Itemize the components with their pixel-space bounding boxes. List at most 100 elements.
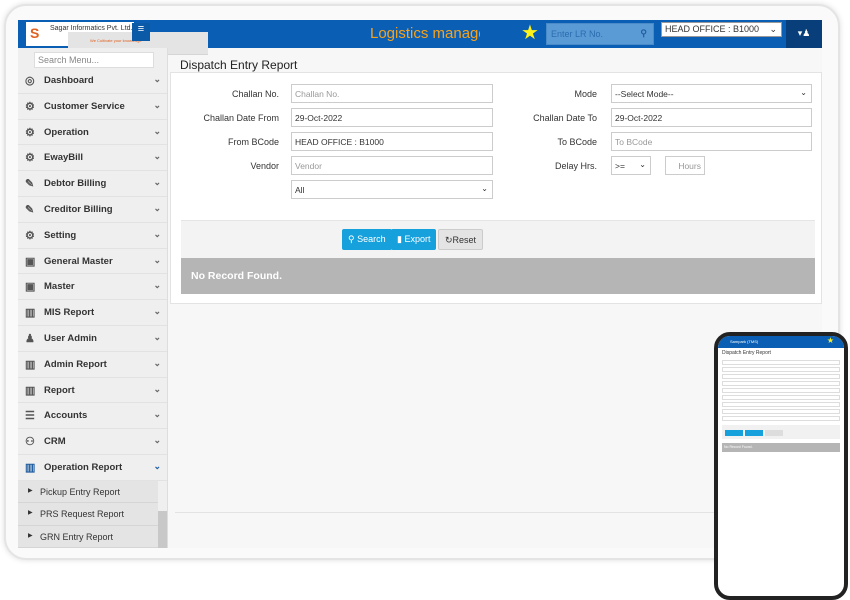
sidebar-item-creditor-billing[interactable]: ✎ Creditor Billing ⌄ xyxy=(18,197,167,223)
export-button[interactable]: ▮ Export xyxy=(391,229,437,250)
logo-mark-icon: S xyxy=(30,25,40,41)
reset-button[interactable]: ↻Reset xyxy=(438,229,484,250)
dashboard-icon: ◎ xyxy=(25,75,35,87)
phone-mockup: Sampark (TMS) ★ Dispatch Entry Report No … xyxy=(714,332,848,600)
briefcase-icon: ▣ xyxy=(25,281,36,294)
sidebar-item-master[interactable]: ▣ Master ⌄ xyxy=(18,274,167,301)
star-icon: ★ xyxy=(826,336,834,345)
phone-field xyxy=(722,395,840,400)
sidebar-item-label: Operation xyxy=(44,126,89,138)
chevron-down-icon: ⌄ xyxy=(153,228,161,239)
user-icon: ♟ xyxy=(25,332,35,345)
sidebar-item-general-master[interactable]: ▣ General Master ⌄ xyxy=(18,249,167,275)
sidebar-item-label: Operation Report xyxy=(44,461,123,473)
app-window: S Sagar Informatics Pvt. Ltd. We Cultiva… xyxy=(18,20,822,548)
sidebar-item-label: Master xyxy=(44,281,75,293)
company-logo[interactable]: S Sagar Informatics Pvt. Ltd. We Cultiva… xyxy=(26,22,208,55)
subitem-label: GRN Entry Report xyxy=(40,531,114,542)
sidebar-item-admin-report[interactable]: ▥ Admin Report ⌄ xyxy=(18,352,167,378)
sidebar-item-dashboard[interactable]: ◎ Dashboard ⌄ xyxy=(18,68,167,94)
chevron-down-icon: ⌄ xyxy=(800,88,807,97)
sidebar: Search Menu... ◎ Dashboard ⌄ ⚙ Customer Serv… xyxy=(18,48,168,548)
bar-chart-icon: ▥ xyxy=(25,384,36,397)
reset-label: Reset xyxy=(452,235,477,245)
sidebar-item-debtor-billing[interactable]: ✎ Debtor Billing ⌄ xyxy=(18,171,167,197)
chevron-down-icon: ⌄ xyxy=(639,160,646,169)
chevron-down-icon: ⌄ xyxy=(481,184,488,193)
chevron-down-icon: ⌄ xyxy=(153,306,161,317)
mode-label: Mode xyxy=(574,89,597,99)
no-record-message: No Record Found. xyxy=(181,258,815,294)
sidebar-subitem[interactable]: ▶ PRS Request Report xyxy=(18,503,158,526)
company-name: Sagar Informatics Pvt. Ltd. xyxy=(50,25,133,32)
sidebar-item-setting[interactable]: ⚙ Setting ⌄ xyxy=(18,223,167,249)
chevron-down-icon: ⌄ xyxy=(153,331,161,342)
sidebar-item-operation[interactable]: ⚙ Operation ⌄ xyxy=(18,120,167,146)
from-bcode-input[interactable]: HEAD OFFICE : B1000 xyxy=(291,132,493,151)
chevron-down-icon: ⌄ xyxy=(153,202,161,213)
edit-icon: ✎ xyxy=(25,178,35,191)
all-select[interactable]: All ⌄ xyxy=(291,180,493,199)
sidebar-item-user-admin[interactable]: ♟ User Admin ⌄ xyxy=(18,326,167,352)
phone-field xyxy=(722,388,840,393)
page-title: Dispatch Entry Report xyxy=(180,58,298,72)
to-bcode-input[interactable]: To BCode xyxy=(611,132,812,151)
office-select[interactable]: HEAD OFFICE : B1000 ⌄ xyxy=(661,22,782,37)
sidebar-subitem[interactable]: ▶ GRN Entry Report xyxy=(18,525,158,548)
chevron-down-icon: ⌄ xyxy=(153,74,161,84)
sidebar-item-label: Customer Service xyxy=(44,100,125,112)
subitem-label: Pickup Entry Report xyxy=(40,486,121,497)
gear-icon: ⚙ xyxy=(25,126,35,139)
sidebar-item-label: Setting xyxy=(44,229,77,241)
sidebar-item-label: Creditor Billing xyxy=(44,203,113,215)
app-title: Logistics management xyxy=(370,25,480,42)
search-icon[interactable]: ⚲ xyxy=(640,28,647,39)
challan-no-input[interactable]: Challan No. xyxy=(291,84,493,103)
search-menu-input[interactable]: Search Menu... xyxy=(34,52,154,68)
phone-field xyxy=(722,402,840,407)
refresh-icon: ↻ xyxy=(445,235,453,245)
star-icon[interactable]: ★ xyxy=(521,20,539,45)
sidebar-item-label: Dashboard xyxy=(44,75,94,86)
chevron-down-icon: ⌄ xyxy=(153,99,161,110)
sidebar-scrollbar[interactable] xyxy=(158,511,167,548)
chevron-down-icon: ⌄ xyxy=(153,435,161,446)
users-icon: ⚇ xyxy=(25,436,35,449)
phone-field xyxy=(722,367,840,372)
bar-chart-icon: ▥ xyxy=(25,461,36,474)
sidebar-item-crm[interactable]: ⚇ CRM ⌄ xyxy=(18,429,167,455)
search-button[interactable]: ⚲ Search xyxy=(342,229,392,250)
lr-search-input[interactable]: Enter LR No. ⚲ xyxy=(546,23,654,45)
sidebar-item-customer-service[interactable]: ⚙ Customer Service ⌄ xyxy=(18,94,167,120)
sidebar-item-accounts[interactable]: ☰ Accounts ⌄ xyxy=(18,403,167,430)
vendor-input[interactable]: Vendor xyxy=(291,156,493,175)
delay-operator-select[interactable]: >= ⌄ xyxy=(611,156,651,175)
sidebar-item-report[interactable]: ▥ Report ⌄ xyxy=(18,378,167,404)
sidebar-item-label: User Admin xyxy=(44,332,97,344)
chevron-down-icon: ⌄ xyxy=(153,254,161,265)
sidebar-subitem[interactable]: ▶ Pickup Entry Report xyxy=(18,480,158,504)
delay-op-value: >= xyxy=(615,161,625,171)
phone-field xyxy=(722,360,840,365)
date-to-input[interactable]: 29-Oct-2022 xyxy=(611,108,812,127)
caret-right-icon: ▶ xyxy=(28,487,33,494)
sidebar-item-mis-report[interactable]: ▥ MIS Report ⌄ xyxy=(18,300,167,326)
sidebar-item-operation-report[interactable]: ▥ Operation Report ⌄ xyxy=(18,455,167,481)
sidebar-item-label: Accounts xyxy=(44,410,88,422)
phone-buttons xyxy=(722,425,840,439)
bar-chart-icon: ▥ xyxy=(25,358,36,371)
phone-field xyxy=(722,374,840,379)
date-from-label: Challan Date From xyxy=(203,113,279,123)
hours-input[interactable]: Hours xyxy=(665,156,705,175)
phone-field xyxy=(722,416,840,421)
chevron-down-icon: ⌄ xyxy=(153,409,161,420)
sidebar-item-ewaybill[interactable]: ⚙ EwayBill ⌄ xyxy=(18,145,167,172)
mode-select[interactable]: --Select Mode-- ⌄ xyxy=(611,84,812,103)
hamburger-icon[interactable]: ≡ xyxy=(132,23,150,41)
phone-no-record: No Record Found. xyxy=(722,443,840,452)
caret-right-icon: ▶ xyxy=(28,532,33,539)
gear-icon: ⚙ xyxy=(25,152,35,165)
user-menu-button[interactable]: ▾♟ xyxy=(786,20,822,48)
date-from-input[interactable]: 29-Oct-2022 xyxy=(291,108,493,127)
sidebar-item-label: Debtor Billing xyxy=(44,178,107,190)
